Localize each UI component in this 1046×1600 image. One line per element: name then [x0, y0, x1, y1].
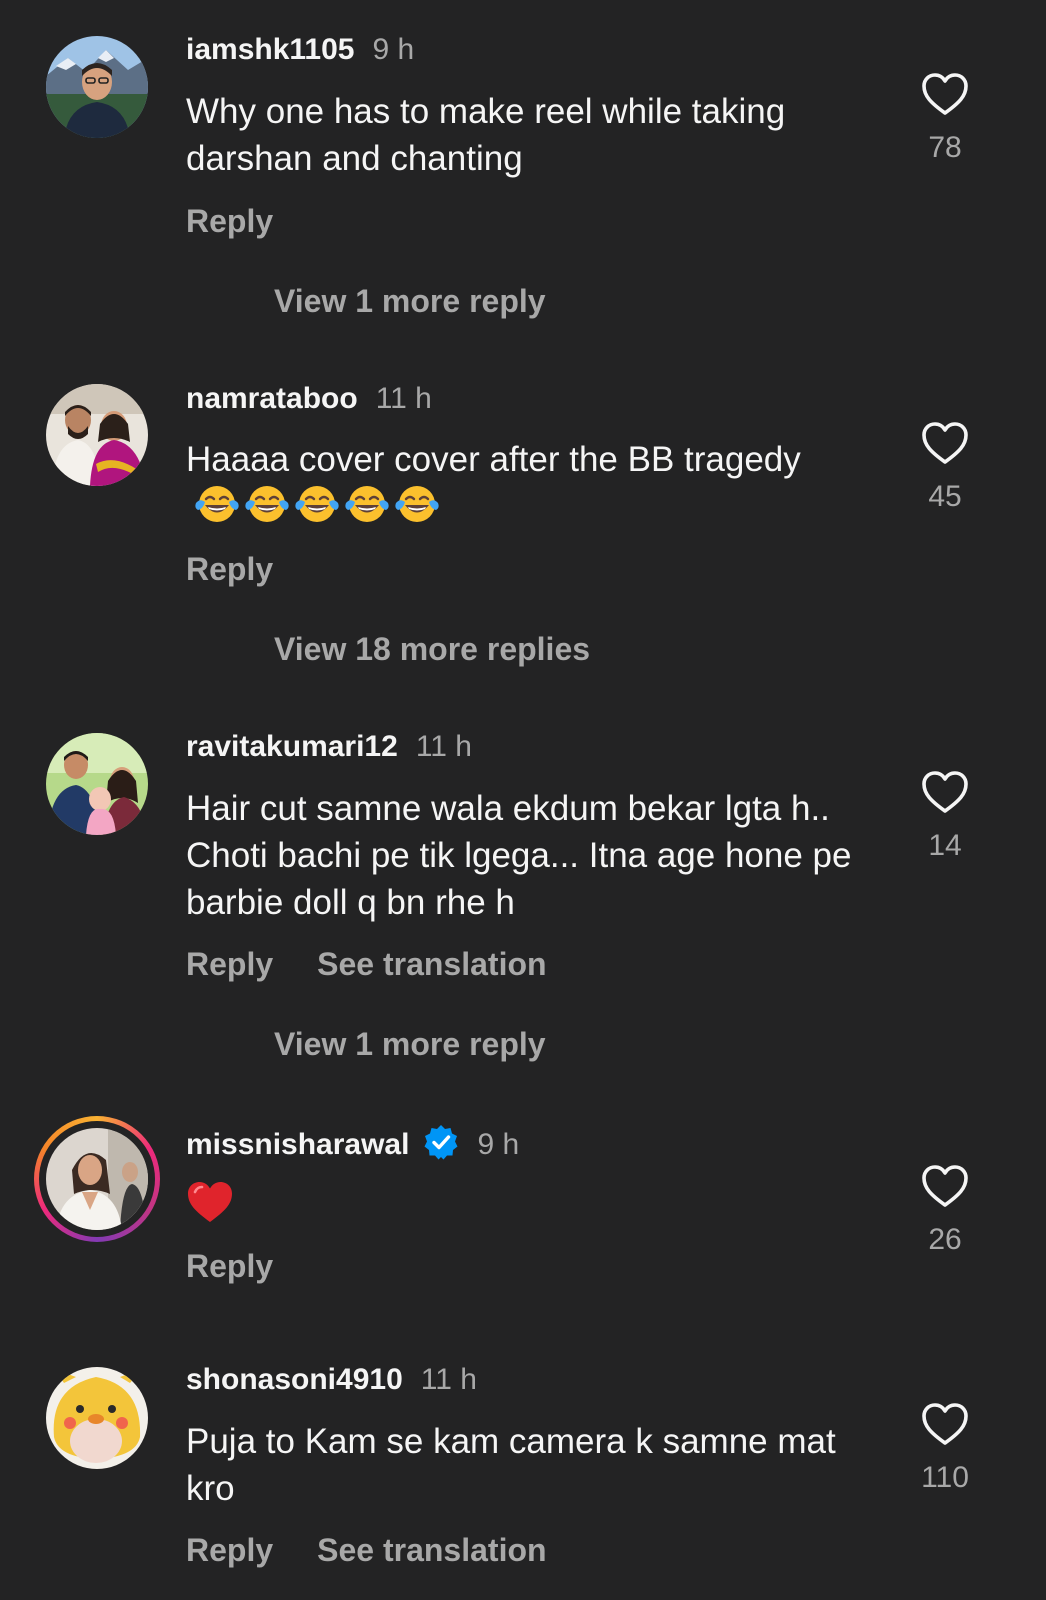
- like-count: 14: [928, 829, 962, 862]
- face-with-tears-of-joy-icon: [194, 484, 240, 524]
- heart-outline-icon[interactable]: [921, 1164, 969, 1208]
- avatar[interactable]: [46, 1128, 148, 1230]
- verified-badge-icon: [424, 1125, 458, 1160]
- comment-time: 11 h: [420, 1363, 477, 1396]
- see-translation-button[interactable]: See translation: [317, 1532, 546, 1568]
- like-count: 78: [928, 131, 962, 164]
- username[interactable]: shonasoni4910: [186, 1363, 403, 1396]
- face-with-tears-of-joy-icon: [244, 484, 290, 524]
- username[interactable]: iamshk1105: [186, 33, 354, 66]
- heart-outline-icon[interactable]: [921, 72, 969, 116]
- heart-outline-icon[interactable]: [921, 1402, 969, 1446]
- comment-actions: Reply: [186, 202, 273, 240]
- comment-text: Puja to Kam se kam camera k samne mat kr…: [186, 1422, 836, 1508]
- comment-text: Why one has to make reel while taking da…: [186, 92, 786, 178]
- comment-meta: shonasoni4910 11 h: [186, 1362, 477, 1398]
- view-replies-button[interactable]: View 18 more replies: [274, 630, 590, 668]
- face-with-tears-of-joy-icon: [294, 484, 340, 524]
- comment-actions: Reply: [186, 1247, 273, 1285]
- face-with-tears-of-joy-icon: [394, 484, 440, 524]
- username[interactable]: missnisharawal: [186, 1128, 409, 1161]
- comment-actions: Reply See translation: [186, 1531, 547, 1569]
- like-count: 110: [921, 1461, 969, 1494]
- like-button[interactable]: 45: [904, 421, 986, 515]
- comment-actions: Reply: [186, 550, 273, 588]
- heart-outline-icon[interactable]: [921, 770, 969, 814]
- comment-time: 11 h: [375, 382, 432, 415]
- story-ring[interactable]: [34, 1116, 160, 1242]
- reply-button[interactable]: Reply: [186, 1248, 273, 1284]
- reply-button[interactable]: Reply: [186, 203, 273, 239]
- like-button[interactable]: 110: [904, 1402, 986, 1496]
- like-count: 26: [928, 1223, 962, 1256]
- username[interactable]: ravitakumari12: [186, 730, 398, 763]
- comment-text: [186, 1180, 886, 1224]
- avatar[interactable]: [46, 1367, 148, 1469]
- like-button[interactable]: 78: [904, 72, 986, 166]
- view-replies-button[interactable]: View 1 more reply: [274, 1025, 546, 1063]
- avatar[interactable]: [46, 36, 148, 138]
- reply-button[interactable]: Reply: [186, 1532, 273, 1568]
- comment-text: Hair cut samne wala ekdum bekar lgta h..…: [186, 789, 852, 922]
- reply-button[interactable]: Reply: [186, 946, 273, 982]
- comment-time: 11 h: [415, 730, 472, 763]
- comment-meta: missnisharawal 9 h: [186, 1124, 519, 1163]
- comment-meta: iamshk1105 9 h: [186, 32, 414, 68]
- emoji-group: [194, 484, 440, 524]
- see-translation-button[interactable]: See translation: [317, 946, 546, 982]
- comment-time: 9 h: [372, 33, 415, 66]
- avatar[interactable]: [46, 733, 148, 835]
- comment-actions: Reply See translation: [186, 945, 547, 983]
- heart-outline-icon[interactable]: [921, 421, 969, 465]
- reply-button[interactable]: Reply: [186, 551, 273, 587]
- username[interactable]: namrataboo: [186, 382, 358, 415]
- face-with-tears-of-joy-icon: [344, 484, 390, 524]
- like-button[interactable]: 14: [904, 770, 986, 864]
- like-count: 45: [928, 480, 962, 513]
- avatar[interactable]: [46, 384, 148, 486]
- comment-text-body: Haaaa cover cover after the BB tragedy: [186, 440, 801, 479]
- comment-meta: namrataboo 11 h: [186, 381, 432, 417]
- like-button[interactable]: 26: [904, 1164, 986, 1258]
- red-heart-icon: [188, 1182, 232, 1222]
- comment-time: 9 h: [477, 1128, 520, 1161]
- comment-text: Haaaa cover cover after the BB tragedy: [186, 436, 886, 530]
- view-replies-button[interactable]: View 1 more reply: [274, 282, 546, 320]
- comment-meta: ravitakumari12 11 h: [186, 729, 472, 765]
